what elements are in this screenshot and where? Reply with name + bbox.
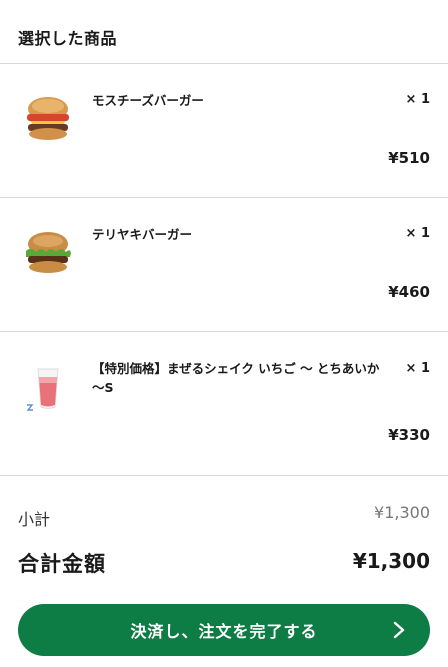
- selected-items-header: 選択した商品: [0, 0, 448, 64]
- checkout-button[interactable]: 決済し、注文を完了する: [18, 604, 430, 656]
- list-item: 【特別価格】まぜるシェイク いちご ～ とちあいか ～S × 1 ¥330: [0, 332, 448, 476]
- list-item: モスチーズバーガー × 1 ¥510: [0, 64, 448, 198]
- chevron-right-icon: [393, 621, 405, 639]
- list-item: テリヤキバーガー × 1 ¥460: [0, 198, 448, 332]
- teriyaki-burger-icon: [26, 232, 71, 273]
- item-quantity: × 1: [405, 92, 430, 107]
- item-price: ¥510: [388, 149, 430, 167]
- cheeseburger-icon: [27, 97, 69, 140]
- item-name: 【特別価格】まぜるシェイク いちご ～ とちあいか ～S: [92, 361, 380, 395]
- checkout-button-label: 決済し、注文を完了する: [130, 622, 318, 641]
- item-price: ¥330: [388, 426, 430, 444]
- total-row: 合計金額 ¥1,300: [18, 546, 430, 578]
- subtotal-row: 小計 ¥1,300: [18, 503, 430, 531]
- total-value: ¥1,300: [352, 549, 430, 573]
- item-quantity: × 1: [405, 361, 430, 376]
- total-label: 合計金額: [18, 552, 106, 576]
- subtotal-value: ¥1,300: [374, 503, 430, 522]
- item-price: ¥460: [388, 283, 430, 301]
- section-title: 選択した商品: [18, 29, 118, 48]
- strawberry-shake-icon: [26, 368, 59, 411]
- item-name: テリヤキバーガー: [92, 227, 193, 242]
- item-quantity: × 1: [405, 226, 430, 241]
- subtotal-label: 小計: [18, 510, 51, 529]
- item-name: モスチーズバーガー: [92, 93, 204, 108]
